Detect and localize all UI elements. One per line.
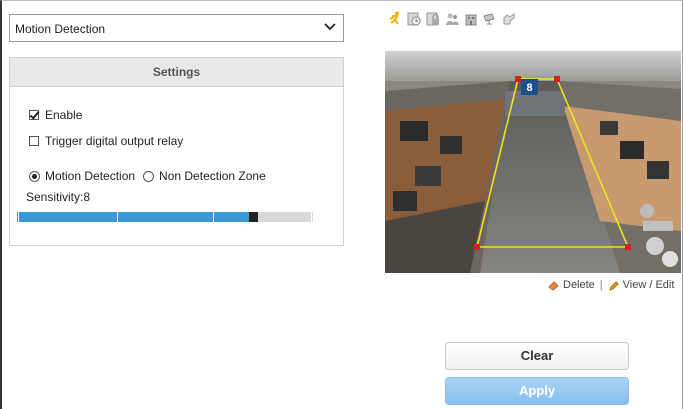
camera-preview[interactable]: 8 — [385, 51, 681, 273]
slider-tick — [311, 212, 312, 222]
running-person-icon[interactable] — [387, 11, 402, 26]
zone-number: 8 — [526, 82, 532, 94]
view-edit-link[interactable]: View / Edit — [623, 279, 675, 291]
zone-toolbar — [387, 11, 516, 26]
enable-row[interactable]: Enable — [29, 108, 82, 122]
relay-checkbox[interactable] — [29, 136, 39, 146]
apply-button[interactable]: Apply — [445, 377, 629, 405]
motion-detection-radio-label: Motion Detection — [45, 169, 136, 183]
mode-select-value: Motion Detection — [15, 22, 106, 36]
sensitivity-fill — [17, 212, 249, 222]
non-detection-zone-radio-label: Non Detection Zone — [159, 169, 266, 183]
office-scene-image: 8 — [385, 51, 681, 273]
clock-icon[interactable] — [406, 11, 421, 26]
sensitivity-label: Sensitivity:8 — [26, 190, 91, 204]
camera-icon[interactable] — [482, 11, 497, 26]
sensitivity-row: Sensitivity:8 — [26, 190, 90, 204]
zone-mode-radios: Motion Detection Non Detection Zone — [29, 169, 266, 183]
mode-select[interactable]: Motion Detection — [9, 14, 344, 42]
people-icon[interactable] — [444, 11, 459, 26]
pencil-icon — [608, 280, 619, 291]
slider-tick — [18, 212, 19, 222]
motion-detection-radio[interactable] — [29, 170, 40, 182]
building-icon[interactable] — [463, 11, 478, 26]
sensitivity-handle[interactable] — [249, 212, 258, 222]
relay-row[interactable]: Trigger digital output relay — [29, 134, 183, 148]
slider-tick — [213, 212, 214, 222]
chevron-down-icon — [324, 23, 336, 31]
relay-label: Trigger digital output relay — [45, 134, 184, 148]
lock-icon[interactable] — [425, 11, 440, 26]
enable-checkbox[interactable] — [29, 110, 39, 120]
eraser-icon — [548, 280, 559, 291]
settings-title: Settings — [10, 58, 343, 87]
delete-link[interactable]: Delete — [563, 279, 595, 291]
non-detection-zone-radio[interactable] — [143, 170, 155, 182]
hand-icon[interactable] — [501, 11, 516, 26]
clear-button[interactable]: Clear — [445, 342, 629, 370]
sensitivity-slider[interactable] — [17, 212, 313, 222]
enable-label: Enable — [45, 108, 83, 122]
link-separator: | — [599, 279, 603, 291]
slider-tick — [117, 212, 118, 222]
zone-links: Delete | View / Edit — [548, 279, 674, 291]
